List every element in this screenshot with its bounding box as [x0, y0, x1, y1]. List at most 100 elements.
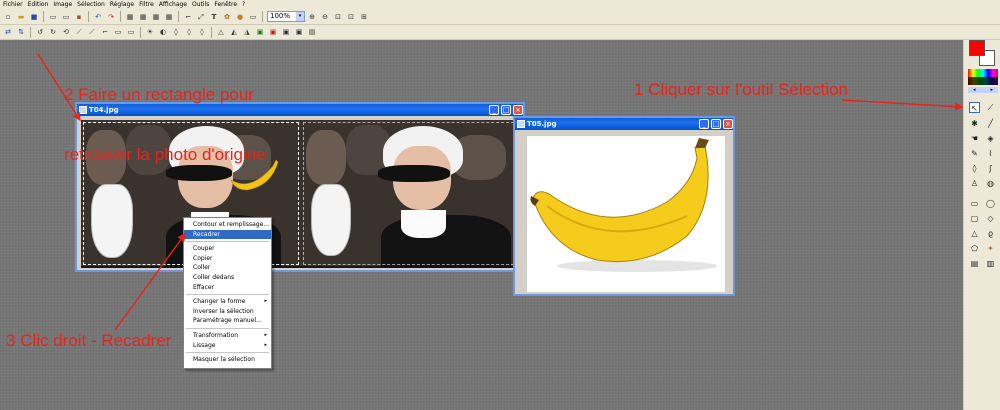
chevron-down-icon[interactable]: ▾ — [296, 12, 304, 21]
full-screen-icon[interactable]: ⊞ — [359, 12, 369, 22]
water-drop-icon[interactable]: ◊ — [184, 27, 194, 37]
menu-item-lissage[interactable]: Lissage ▸ — [184, 341, 271, 351]
menu-item-changer-forme[interactable]: Changer la forme ▸ — [184, 297, 271, 307]
selection-tool-icon[interactable]: ↖ — [969, 102, 980, 113]
save-icon[interactable]: ■ — [29, 12, 39, 22]
clone-stamp-tool-icon[interactable]: ♙ — [969, 178, 980, 189]
cut-icon[interactable]: ▦ — [125, 12, 135, 22]
maximize-button[interactable]: □ — [711, 119, 721, 129]
menu-reglage[interactable]: Réglage — [110, 0, 134, 9]
menu-item-coller[interactable]: Coller — [184, 263, 271, 273]
close-button[interactable]: × — [723, 119, 733, 129]
menu-affichage[interactable]: Affichage — [159, 0, 187, 9]
hand-tool-icon[interactable]: ☚ — [969, 133, 980, 144]
border-icon[interactable]: ▭ — [126, 27, 136, 37]
crop-icon[interactable]: ⌐ — [183, 12, 193, 22]
eraser-tool-icon[interactable]: ◍ — [985, 178, 996, 189]
image-window-t05[interactable]: T05.jpg _ □ × — [513, 116, 735, 296]
color-palette-dark[interactable] — [968, 77, 998, 85]
actual-size-icon[interactable]: ⊡ — [346, 12, 356, 22]
menu-image[interactable]: Image — [53, 0, 72, 9]
smudge-tool-icon[interactable]: ʃ — [985, 163, 996, 174]
fit-window-icon[interactable]: ⊡ — [333, 12, 343, 22]
menu-item-couper[interactable]: Couper — [184, 244, 271, 254]
maximize-button[interactable]: □ — [501, 105, 511, 115]
magic-wand-tool-icon[interactable]: ✱ — [969, 118, 980, 129]
sharpen-icon[interactable]: △ — [216, 27, 226, 37]
minimize-button[interactable]: _ — [489, 105, 499, 115]
trim-icon[interactable]: ⌐ — [100, 27, 110, 37]
skew-icon[interactable]: ⟋ — [74, 27, 84, 37]
water-drop-icon[interactable]: ◊ — [171, 27, 181, 37]
print-icon[interactable]: ▭ — [48, 12, 58, 22]
menu-edition[interactable]: Edition — [28, 0, 49, 9]
minimize-button[interactable]: _ — [699, 119, 709, 129]
close-button[interactable]: × — [513, 105, 523, 115]
rotate-free-icon[interactable]: ⟲ — [61, 27, 71, 37]
contrast-icon[interactable]: ◐ — [158, 27, 168, 37]
eyedropper-tool-icon[interactable]: ⟋ — [985, 102, 996, 113]
menu-filtre[interactable]: Filtre — [139, 0, 154, 9]
chevron-right-icon[interactable]: ▸ — [990, 87, 993, 93]
chevron-left-icon[interactable]: ◂ — [973, 87, 976, 93]
palette-navigation[interactable]: ◂ ▸ — [968, 87, 998, 93]
rectangle-tool-icon[interactable]: ▭ — [969, 198, 980, 209]
ellipse-tool-icon[interactable]: ◯ — [985, 198, 996, 209]
menu-item-transformation[interactable]: Transformation ▸ — [184, 331, 271, 341]
undo-icon[interactable]: ↶ — [93, 12, 103, 22]
water-drop-icon[interactable]: ◊ — [197, 27, 207, 37]
canvas-size-icon[interactable]: ▭ — [113, 27, 123, 37]
text-tool-icon[interactable]: ▤ — [969, 258, 980, 269]
diamond-tool-icon[interactable]: ◇ — [985, 213, 996, 224]
rotate-right-icon[interactable]: ↻ — [48, 27, 58, 37]
crop-tool-icon[interactable]: ▥ — [985, 258, 996, 269]
grayscale-icon[interactable]: ▣ — [281, 27, 291, 37]
copy-icon[interactable]: ▦ — [138, 12, 148, 22]
menu-item-coller-dedans[interactable]: Coller dedans — [184, 273, 271, 283]
paste-new-icon[interactable]: ▦ — [164, 12, 174, 22]
menu-item-copier[interactable]: Copier — [184, 254, 271, 264]
adjust-icon[interactable]: ☀ — [145, 27, 155, 37]
menu-fichier[interactable]: Fichier — [3, 0, 23, 9]
color-balance-icon[interactable]: ▣ — [255, 27, 265, 37]
menu-help[interactable]: ? — [242, 0, 245, 9]
flip-vertical-icon[interactable]: ⇅ — [16, 27, 26, 37]
print-preview-icon[interactable]: ▭ — [61, 12, 71, 22]
text-icon[interactable]: T — [209, 12, 219, 22]
image-canvas[interactable] — [527, 136, 725, 292]
palette-icon[interactable]: ● — [235, 12, 245, 22]
foreground-color-swatch[interactable] — [969, 40, 985, 56]
image-info-icon[interactable]: ▭ — [248, 12, 258, 22]
pencil-tool-icon[interactable]: ✎ — [969, 148, 980, 159]
window-title-bar[interactable]: T05.jpg _ □ × — [515, 118, 733, 130]
scan-icon[interactable]: ▪ — [74, 12, 84, 22]
menu-fenetre[interactable]: Fenêtre — [214, 0, 237, 9]
menu-selection[interactable]: Sélection — [77, 0, 105, 9]
effects-icon[interactable]: ✿ — [222, 12, 232, 22]
custom-shape-tool-icon[interactable]: ✦ — [985, 243, 996, 254]
flip-horizontal-icon[interactable]: ⇄ — [3, 27, 13, 37]
paste-icon[interactable]: ▦ — [151, 12, 161, 22]
zoom-in-icon[interactable]: ⊕ — [307, 12, 317, 22]
negative-icon[interactable]: ▣ — [294, 27, 304, 37]
perspective-icon[interactable]: ⟋ — [87, 27, 97, 37]
line-tool-icon[interactable]: ╱ — [985, 118, 996, 129]
menu-item-recadrer[interactable]: Recadrer — [184, 229, 271, 240]
zoom-out-icon[interactable]: ⊖ — [320, 12, 330, 22]
menu-item-contour-remplissage[interactable]: Contour et remplissage... — [184, 220, 271, 230]
menu-item-masquer-selection[interactable]: Masquer la sélection — [184, 355, 271, 365]
posterize-icon[interactable]: ▤ — [307, 27, 317, 37]
lasso-tool-icon[interactable]: ϱ — [985, 228, 996, 239]
blur-tool-icon[interactable]: ◊ — [969, 163, 980, 174]
menu-item-parametrage-manuel[interactable]: Paramétrage manuel... — [184, 316, 271, 326]
rotate-left-icon[interactable]: ↺ — [35, 27, 45, 37]
menu-outils[interactable]: Outils — [192, 0, 209, 9]
menu-item-effacer[interactable]: Effacer — [184, 283, 271, 293]
polygon-tool-icon[interactable]: ⬠ — [969, 243, 980, 254]
resize-icon[interactable]: ⤢ — [196, 12, 206, 22]
open-folder-icon[interactable]: ▬ — [16, 12, 26, 22]
new-file-icon[interactable]: ▫ — [3, 12, 13, 22]
redo-icon[interactable]: ↷ — [106, 12, 116, 22]
menu-item-inverser-selection[interactable]: Inverser la sélection — [184, 307, 271, 317]
zoom-select[interactable]: 100% ▾ — [267, 11, 305, 22]
